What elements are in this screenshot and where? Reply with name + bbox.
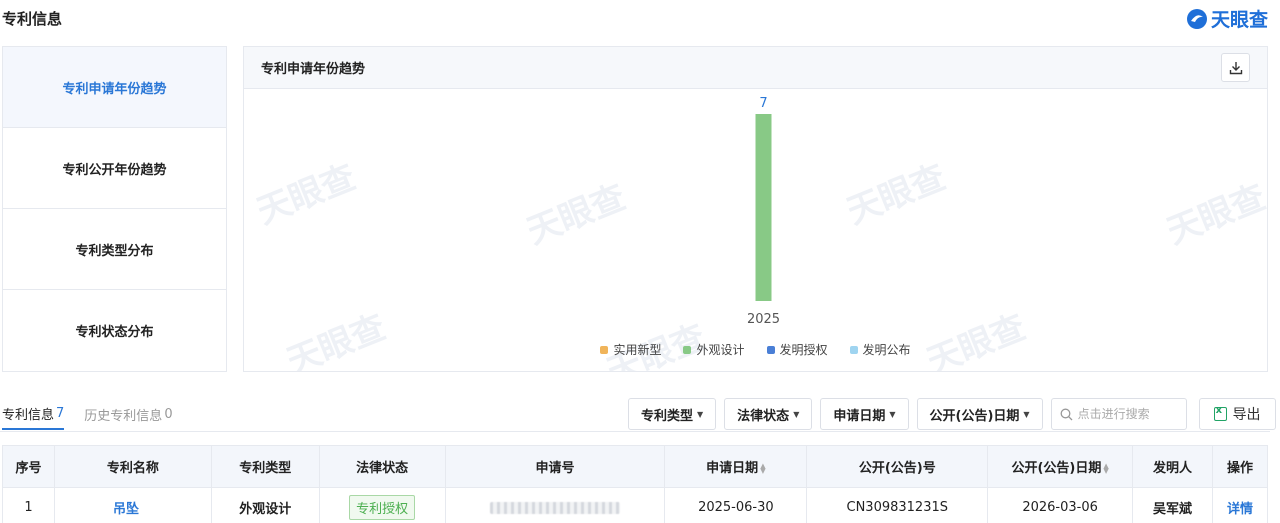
header-label: 申请日期 xyxy=(706,461,759,476)
filter-patent-type[interactable]: 专利类型 ▼ xyxy=(628,398,717,430)
download-button[interactable] xyxy=(1221,53,1250,82)
filter-apply-date[interactable]: 申请日期 ▼ xyxy=(820,398,909,430)
download-icon xyxy=(1229,61,1242,74)
column-header-type: 专利类型 xyxy=(210,445,320,488)
status-badge: 专利授权 xyxy=(349,495,416,520)
tab-label: 历史专利信息 xyxy=(84,408,163,424)
legend-label: 发明公布 xyxy=(862,343,911,357)
caret-down-icon: ▼ xyxy=(793,409,800,419)
brand-logo-icon xyxy=(1186,8,1207,29)
export-button[interactable]: 导出 xyxy=(1198,398,1276,430)
tabs-divider xyxy=(0,431,1270,432)
column-header-status: 法律状态 xyxy=(318,445,446,488)
detail-link[interactable]: 详情 xyxy=(1227,502,1253,517)
chart-type-menu: 专利申请年份趋势 专利公开年份趋势 专利类型分布 专利状态分布 xyxy=(2,46,227,372)
patent-tabs: 专利信息 7 历史专利信息 0 xyxy=(2,398,173,432)
legend-swatch xyxy=(600,345,609,354)
cell-type: 外观设计 xyxy=(210,487,320,523)
x-tick-label: 2025 xyxy=(747,312,780,327)
tab-count: 0 xyxy=(164,406,173,422)
legend-item-invention-published[interactable]: 发明公布 xyxy=(849,341,911,358)
column-header-apply-date[interactable]: 申请日期 ▲ ▼ xyxy=(664,445,808,488)
filter-publish-date[interactable]: 公开(公告)日期 ▼ xyxy=(916,398,1043,430)
column-header-name: 专利名称 xyxy=(53,445,212,488)
filter-bar: 专利类型▼ 法律状态▼ 申请日期▼ 公开(公告)日期▼ 导出 xyxy=(628,398,1276,430)
caret-down-icon: ▼ xyxy=(889,409,896,419)
cell-inventor: 吴军斌 xyxy=(1132,487,1213,523)
tab-history-patent-info[interactable]: 历史专利信息 0 xyxy=(84,398,172,430)
data-label: 7 xyxy=(759,96,767,111)
menu-item-label: 专利类型分布 xyxy=(75,243,154,259)
menu-item-label: 专利申请年份趋势 xyxy=(62,81,167,97)
search-icon xyxy=(1060,408,1073,420)
tab-label: 专利信息 xyxy=(2,407,55,423)
legend-swatch xyxy=(683,345,692,354)
filter-label: 专利类型 xyxy=(641,408,694,424)
tab-count: 7 xyxy=(56,405,65,421)
chart-panel: 专利申请年份趋势 天眼查 天眼查 天眼查 天眼查 天眼查 天眼查 天眼查 7 20… xyxy=(243,46,1268,372)
column-header-index: 序号 xyxy=(2,445,55,488)
bar-chart: 7 2025 xyxy=(747,96,780,327)
brand-logo: 天眼查 xyxy=(1186,5,1268,32)
legend-item-invention-granted[interactable]: 发明授权 xyxy=(766,341,828,358)
cell-apply-no xyxy=(444,487,666,523)
section-title: 专利信息 xyxy=(2,10,63,28)
filter-legal-status[interactable]: 法律状态 ▼ xyxy=(724,398,813,430)
sort-icon: ▲ ▼ xyxy=(1103,461,1109,475)
cell-apply-date: 2025-06-30 xyxy=(664,487,808,523)
patent-table: 序号 专利名称 专利类型 法律状态 申请号 申请日期 ▲ ▼ 公开(公告)号 公开(… xyxy=(2,445,1269,523)
legend-item-utility-model[interactable]: 实用新型 xyxy=(600,341,661,358)
cell-name: 吊坠 xyxy=(53,487,212,523)
filter-label: 申请日期 xyxy=(833,408,886,424)
cell-publish-date: 2026-03-06 xyxy=(987,487,1134,523)
menu-item-type-distribution[interactable]: 专利类型分布 xyxy=(3,209,226,290)
header-label: 公开(公告)日期 xyxy=(1011,461,1102,476)
cell-publish-no: CN309831231S xyxy=(806,487,989,523)
menu-item-label: 专利公开年份趋势 xyxy=(62,162,167,178)
bar-2025[interactable] xyxy=(755,114,772,301)
menu-item-label: 专利状态分布 xyxy=(75,325,154,340)
search-box xyxy=(1050,398,1187,430)
cell-action: 详情 xyxy=(1211,487,1269,523)
menu-item-status-distribution[interactable]: 专利状态分布 xyxy=(3,290,226,371)
legend-swatch xyxy=(849,345,858,354)
legend-label: 实用新型 xyxy=(613,343,662,357)
caret-down-icon: ▼ xyxy=(697,409,704,419)
export-label: 导出 xyxy=(1232,407,1261,423)
sort-icon: ▲ ▼ xyxy=(760,461,766,475)
patent-name-link[interactable]: 吊坠 xyxy=(113,502,139,517)
caret-down-icon: ▼ xyxy=(1023,409,1030,419)
chart-legend: 实用新型 外观设计 发明授权 发明公布 xyxy=(244,341,1267,358)
table-row: 1 吊坠 外观设计 专利授权 2025-06-30 CN309831231S 2… xyxy=(2,487,1269,523)
filter-label: 公开(公告)日期 xyxy=(929,408,1020,424)
brand-name: 天眼查 xyxy=(1210,9,1268,31)
chart-header: 专利申请年份趋势 xyxy=(244,47,1267,89)
tab-patent-info[interactable]: 专利信息 7 xyxy=(2,398,65,430)
legend-label: 发明授权 xyxy=(779,343,828,357)
legend-label: 外观设计 xyxy=(696,343,745,357)
search-input[interactable] xyxy=(1077,407,1178,421)
column-header-inventor: 发明人 xyxy=(1132,445,1213,488)
column-header-publish-date[interactable]: 公开(公告)日期 ▲ ▼ xyxy=(987,445,1134,488)
cell-status: 专利授权 xyxy=(318,487,446,523)
menu-item-publish-year-trend[interactable]: 专利公开年份趋势 xyxy=(3,128,226,209)
menu-item-apply-year-trend[interactable]: 专利申请年份趋势 xyxy=(3,47,226,128)
table-header-row: 序号 专利名称 专利类型 法律状态 申请号 申请日期 ▲ ▼ 公开(公告)号 公开(… xyxy=(2,445,1269,488)
column-header-action: 操作 xyxy=(1211,445,1269,488)
column-header-publish-no: 公开(公告)号 xyxy=(806,445,989,488)
column-header-apply-no: 申请号 xyxy=(444,445,666,488)
legend-swatch xyxy=(766,345,775,354)
redacted-apply-no xyxy=(490,501,621,514)
cell-index: 1 xyxy=(2,487,55,523)
legend-item-design[interactable]: 外观设计 xyxy=(683,341,745,358)
filter-label: 法律状态 xyxy=(737,408,790,424)
chart-title: 专利申请年份趋势 xyxy=(261,62,366,77)
excel-icon xyxy=(1213,405,1227,421)
